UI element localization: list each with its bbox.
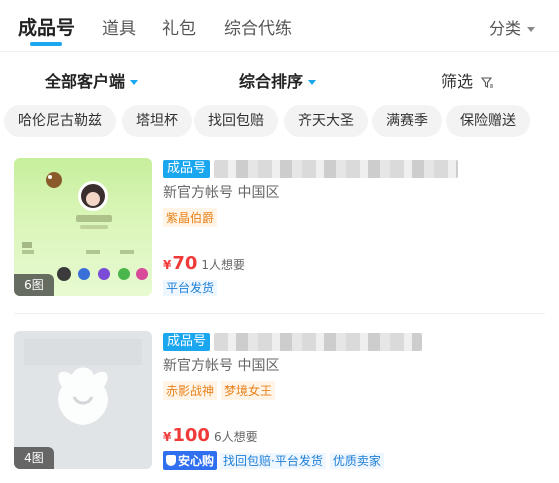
caret-down-icon xyxy=(308,80,317,85)
price: ¥100 xyxy=(163,425,210,446)
safe-purchase-badge: 安心购 xyxy=(163,451,218,470)
listing-card[interactable]: 4图 成品号 新官方帐号 中国区 赤影战神 梦境女王 ¥100 6人想要 安心购 找回… xyxy=(0,331,559,483)
attribute-tag: 紫晶伯爵 xyxy=(163,208,218,227)
wants-count: 1人想要 xyxy=(201,258,246,272)
service-tag: 平台发货 xyxy=(163,280,218,296)
tab-gift-packs[interactable]: 礼包 xyxy=(162,14,196,39)
tab-boosting[interactable]: 综合代练 xyxy=(224,14,292,39)
image-count-badge: 6图 xyxy=(14,274,54,296)
chip-4[interactable]: 满赛季 xyxy=(372,105,442,137)
category-dropdown[interactable]: 分类 xyxy=(489,15,535,39)
shield-icon xyxy=(166,455,176,466)
listing-card[interactable]: 6图 成品号 新官方帐号 中国区 紫晶伯爵 ¥70 1人想要 平台发货 xyxy=(0,158,559,314)
listing-thumbnail[interactable]: 6图 xyxy=(14,158,152,296)
tab-accounts[interactable]: 成品号 xyxy=(18,13,75,40)
wants-count: 6人想要 xyxy=(213,430,258,444)
chip-3[interactable]: 齐天大圣 xyxy=(284,105,368,137)
active-tab-indicator xyxy=(30,42,62,46)
price: ¥70 xyxy=(163,253,198,274)
seller-tag: 优质卖家 xyxy=(329,453,384,469)
sort-filter-label: 综合排序 xyxy=(239,72,304,91)
quick-filter-chips: 哈伦尼古勒兹 塔坦杯 找回包赔 齐天大圣 满赛季 保险赠送 xyxy=(4,105,559,139)
attribute-tag: 梦境女王 xyxy=(221,381,276,400)
divider xyxy=(14,313,545,314)
chip-5[interactable]: 保险赠送 xyxy=(446,105,530,137)
filter-icon xyxy=(480,76,494,88)
image-count-badge: 4图 xyxy=(14,447,54,469)
tab-items[interactable]: 道具 xyxy=(102,14,136,39)
chip-2[interactable]: 找回包赔 xyxy=(194,105,278,137)
listing-subtitle: 新官方帐号 中国区 xyxy=(163,185,280,201)
filter-label: 筛选 xyxy=(441,72,474,91)
chevron-down-icon xyxy=(527,27,535,32)
caret-down-icon xyxy=(130,80,139,85)
filter-bar: 全部客户端 综合排序 筛选 xyxy=(0,52,559,102)
client-filter-label: 全部客户端 xyxy=(45,72,126,91)
listing-type-tag: 成品号 xyxy=(163,332,211,351)
category-label: 分类 xyxy=(488,19,521,38)
attribute-tag: 赤影战神 xyxy=(163,381,218,400)
listing-subtitle: 新官方帐号 中国区 xyxy=(163,358,280,374)
filter-button[interactable]: 筛选 xyxy=(441,68,494,92)
listing-thumbnail[interactable]: 4图 xyxy=(14,331,152,469)
service-tag: 找回包赔·平台发货 xyxy=(220,453,326,469)
chip-1[interactable]: 塔坦杯 xyxy=(122,105,192,137)
blurred-title xyxy=(214,332,423,351)
sort-filter[interactable]: 综合排序 xyxy=(239,68,317,92)
top-tab-bar: 成品号 道具 礼包 综合代练 分类 xyxy=(0,0,559,52)
blurred-title xyxy=(214,159,459,178)
listing-type-tag: 成品号 xyxy=(163,159,211,178)
chip-0[interactable]: 哈伦尼古勒兹 xyxy=(4,105,116,137)
client-filter[interactable]: 全部客户端 xyxy=(45,68,139,92)
